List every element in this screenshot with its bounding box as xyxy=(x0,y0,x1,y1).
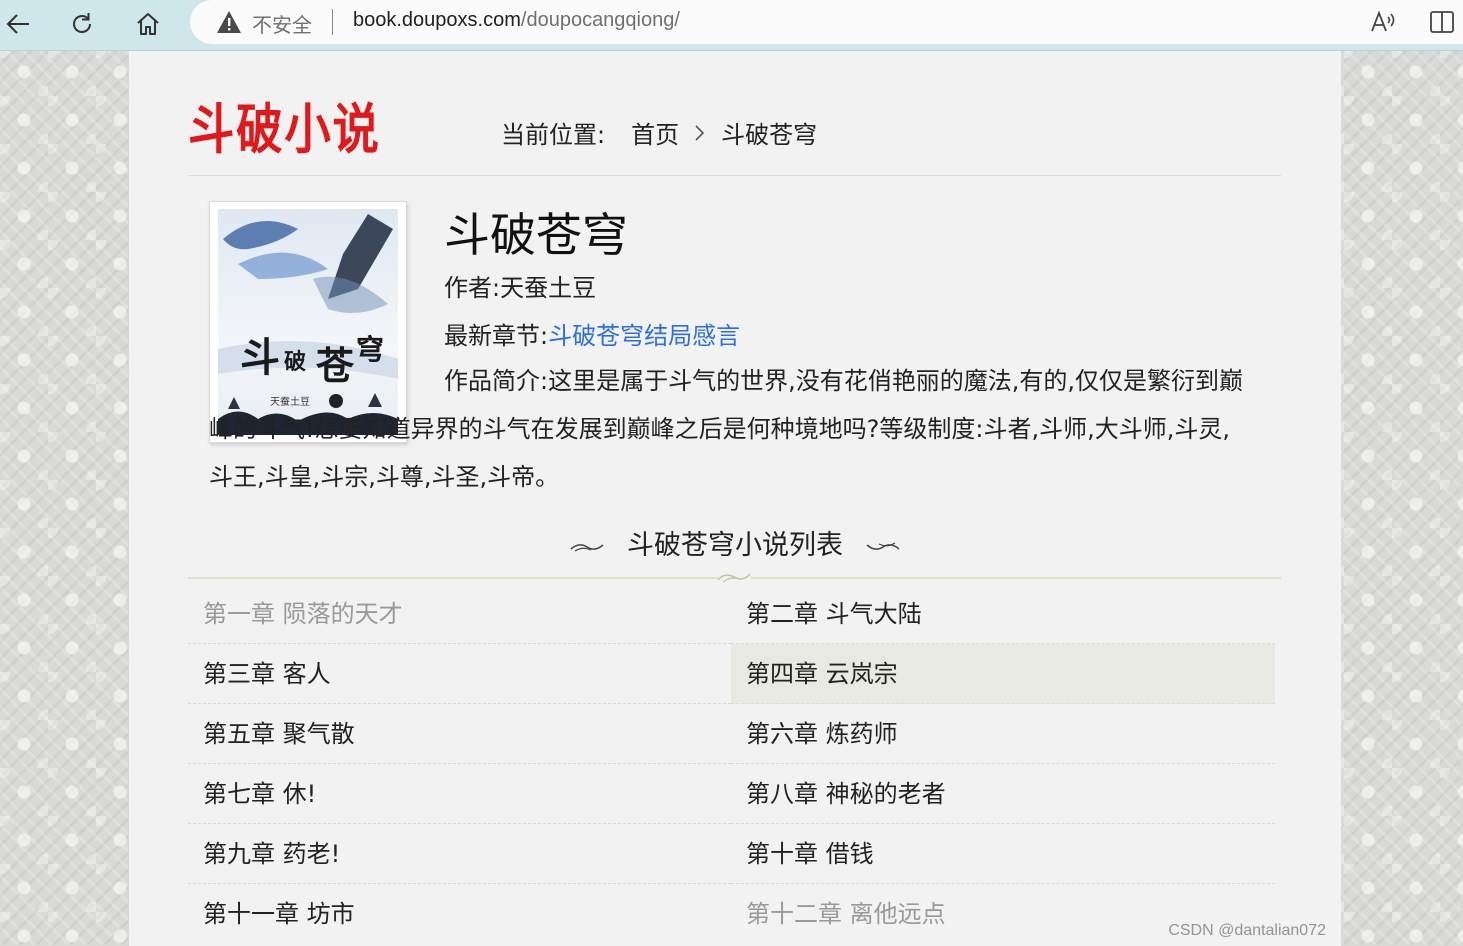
page-content: 斗破小说 当前位置: 首页 斗破苍穹 斗 破 苍 穹 天蚕土豆 斗破苍穹 作者:… xyxy=(129,51,1341,946)
chapter-list: 第一章 陨落的天才 第二章 斗气大陆 第三章 客人 第四章 云岚宗 第五章 聚气散 第六章… xyxy=(188,584,1275,944)
url-path: /doupocangqiong/ xyxy=(520,9,680,31)
chapter-link[interactable]: 第四章 云岚宗 xyxy=(731,644,1275,704)
address-bar[interactable]: 不安全 book.doupoxs.com/doupocangqiong/ xyxy=(190,0,1463,44)
back-button[interactable] xyxy=(0,4,38,44)
warning-icon[interactable] xyxy=(216,9,242,35)
breadcrumb-label: 当前位置: xyxy=(501,121,606,149)
chapter-link[interactable]: 第五章 聚气散 xyxy=(188,704,731,764)
chapter-link[interactable]: 第六章 炼药师 xyxy=(731,704,1275,764)
latest-chapter-line: 最新章节:斗破苍穹结局感言 xyxy=(444,316,740,351)
security-label[interactable]: 不安全 xyxy=(252,9,312,38)
chapter-link[interactable]: 第三章 客人 xyxy=(188,644,731,704)
chapter-link[interactable]: 第八章 神秘的老者 xyxy=(731,764,1275,824)
refresh-icon xyxy=(73,13,91,33)
refresh-button[interactable] xyxy=(62,4,102,44)
home-button[interactable] xyxy=(128,4,168,44)
book-title: 斗破苍穹 xyxy=(444,208,628,262)
ornament-center-icon xyxy=(717,573,751,583)
site-logo[interactable]: 斗破小说 xyxy=(188,85,381,164)
book-intro: 作品简介:这里是属于斗气的世界,没有花俏艳丽的魔法,有的,仅仅是繁衍到巅峰的斗气… xyxy=(209,367,1243,491)
back-arrow-icon xyxy=(6,14,29,34)
browser-toolbar: 不安全 book.doupoxs.com/doupocangqiong/ xyxy=(0,0,1463,51)
heading-divider-right xyxy=(751,577,1281,579)
latest-chapter-link[interactable]: 斗破苍穹结局感言 xyxy=(548,322,740,350)
address-separator xyxy=(332,9,333,35)
heading-divider-left xyxy=(188,577,718,579)
ornament-left-icon xyxy=(570,543,604,552)
chapter-link[interactable]: 第十章 借钱 xyxy=(731,824,1275,884)
read-aloud-icon[interactable] xyxy=(1370,9,1398,35)
latest-chapter-label: 最新章节: xyxy=(444,322,549,350)
chapter-link[interactable]: 第九章 药老! xyxy=(188,824,731,884)
url-host: book.doupoxs.com xyxy=(353,9,521,31)
chapter-list-heading: 斗破苍穹小说列表 xyxy=(129,523,1341,562)
breadcrumb-home-link[interactable]: 首页 xyxy=(631,115,679,150)
chevron-right-icon xyxy=(695,124,705,141)
ornament-right-icon xyxy=(866,541,900,550)
home-icon xyxy=(137,13,159,35)
header-divider xyxy=(188,175,1281,176)
chapter-link[interactable]: 第一章 陨落的天才 xyxy=(188,584,731,644)
book-author: 作者:天蚕土豆 xyxy=(444,274,597,302)
split-screen-icon[interactable] xyxy=(1429,10,1455,34)
chapter-link[interactable]: 第七章 休! xyxy=(188,764,731,824)
watermark: CSDN @dantalian072 xyxy=(1168,922,1326,939)
breadcrumb: 当前位置: 首页 斗破苍穹 xyxy=(501,115,817,150)
chapter-link[interactable]: 第二章 斗气大陆 xyxy=(731,584,1275,644)
breadcrumb-current: 斗破苍穹 xyxy=(721,121,818,149)
url-text[interactable]: book.doupoxs.com/doupocangqiong/ xyxy=(353,9,680,32)
chapter-link[interactable]: 第十一章 坊市 xyxy=(188,884,731,944)
chapter-list-title: 斗破苍穹小说列表 xyxy=(627,530,843,561)
